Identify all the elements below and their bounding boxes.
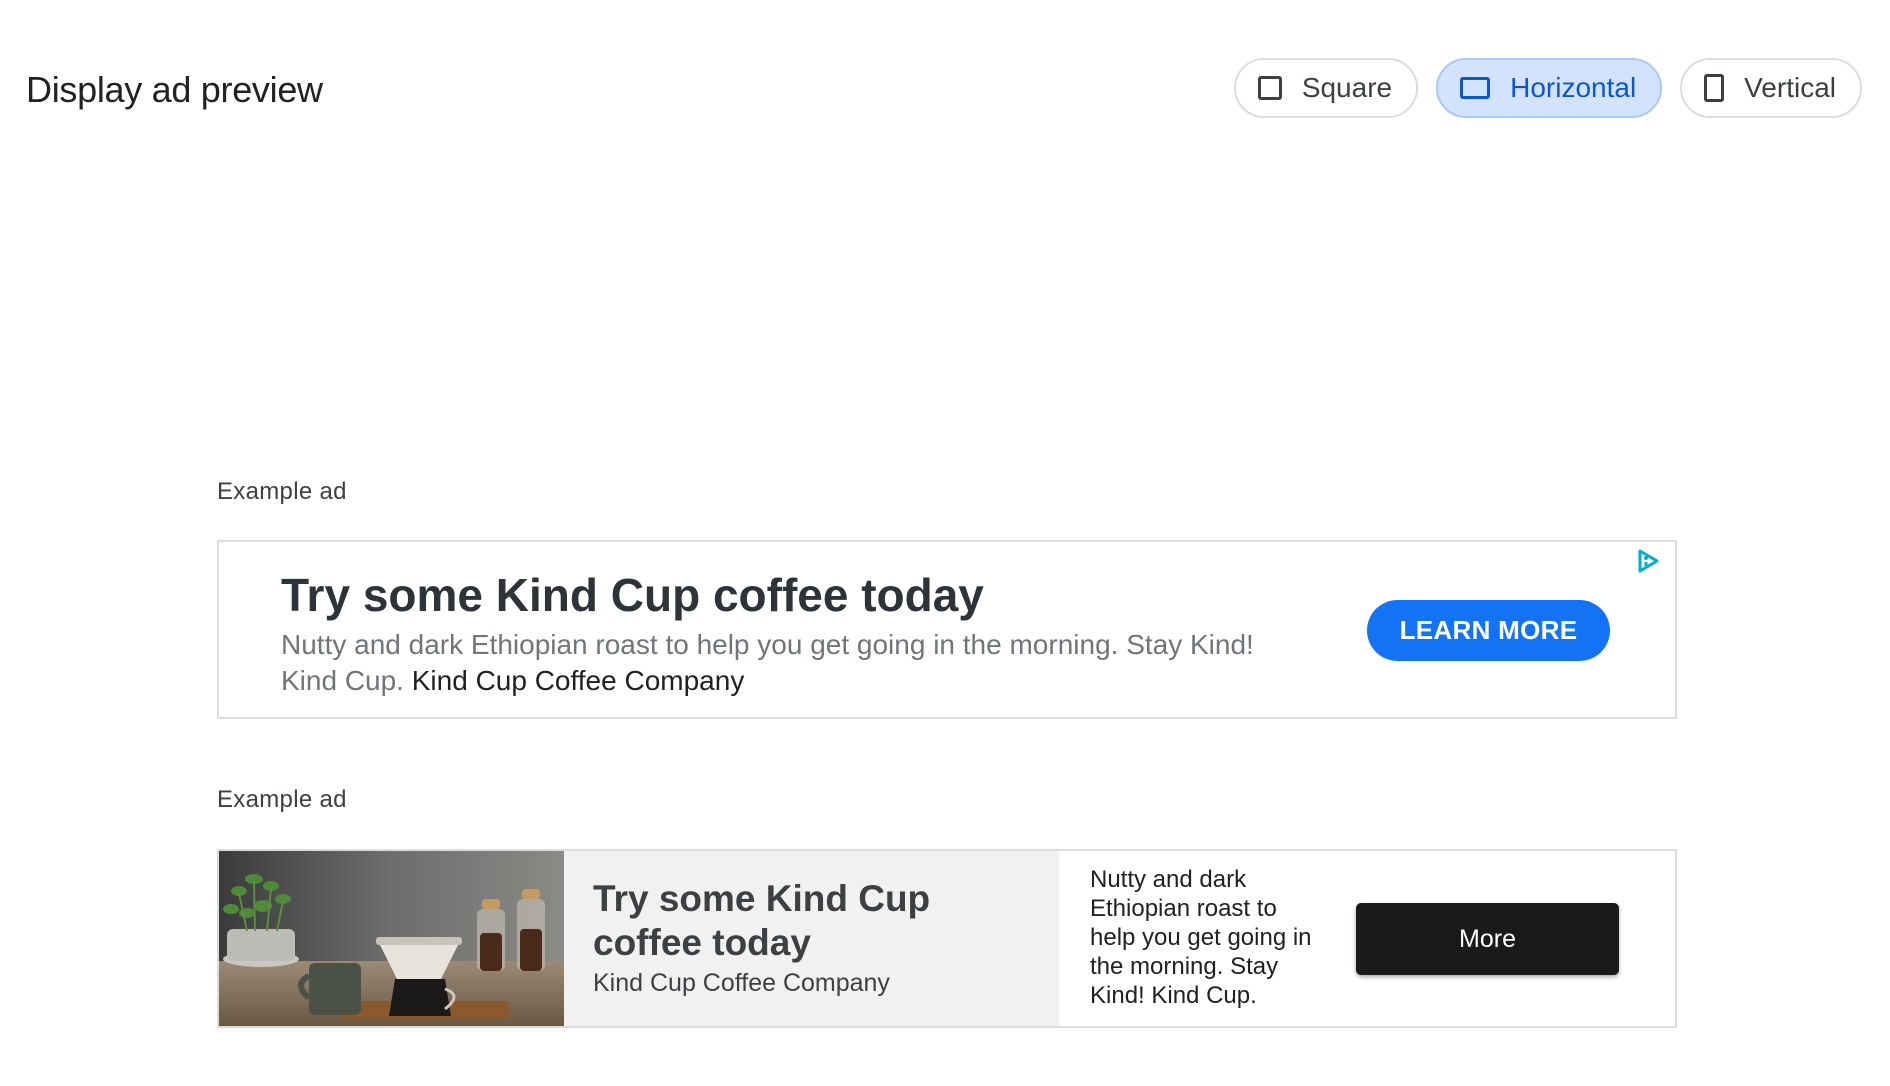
ad-advertiser: Kind Cup Coffee Company (411, 665, 745, 696)
square-format-icon (1257, 76, 1282, 100)
vertical-format-label: Vertical (1744, 72, 1836, 103)
vertical-format-icon (1704, 74, 1725, 102)
square-format-label: Square (1301, 72, 1393, 103)
ad-headline: Try some Kind Cup coffee today (281, 569, 984, 621)
image-ad-text-panel: Try some Kind Cup coffee today Kind Cup … (564, 851, 1059, 1026)
page-title: Display ad preview (26, 69, 323, 110)
more-button[interactable]: More (1356, 903, 1619, 975)
adchoices-icon[interactable] (1635, 548, 1661, 574)
square-format-chip[interactable]: Square (1233, 58, 1419, 118)
learn-more-button[interactable]: LEARN MORE (1367, 600, 1610, 661)
example-ad-label: Example ad (217, 478, 347, 505)
horizontal-format-icon (1460, 77, 1491, 99)
ad-headline: Try some Kind Cup coffee today (593, 878, 931, 963)
horizontal-format-label: Horizontal (1510, 72, 1637, 103)
example-ad-label: Example ad (217, 786, 347, 813)
ad-description: Nutty and dark Ethiopian roast to help y… (1090, 866, 1312, 1009)
coffee-photo (219, 851, 564, 1026)
image-ad-preview[interactable]: Try some Kind Cup coffee today Kind Cup … (217, 849, 1677, 1028)
text-ad-preview[interactable]: Try some Kind Cup coffee today Nutty and… (217, 540, 1677, 719)
ad-description: Nutty and dark Ethiopian roast to help y… (281, 627, 1281, 699)
ad-format-toggle: Square Horizontal Vertical (1233, 58, 1862, 118)
vertical-format-chip[interactable]: Vertical (1680, 58, 1862, 118)
ad-advertiser: Kind Cup Coffee Company (593, 969, 890, 997)
horizontal-format-chip[interactable]: Horizontal (1436, 58, 1663, 118)
